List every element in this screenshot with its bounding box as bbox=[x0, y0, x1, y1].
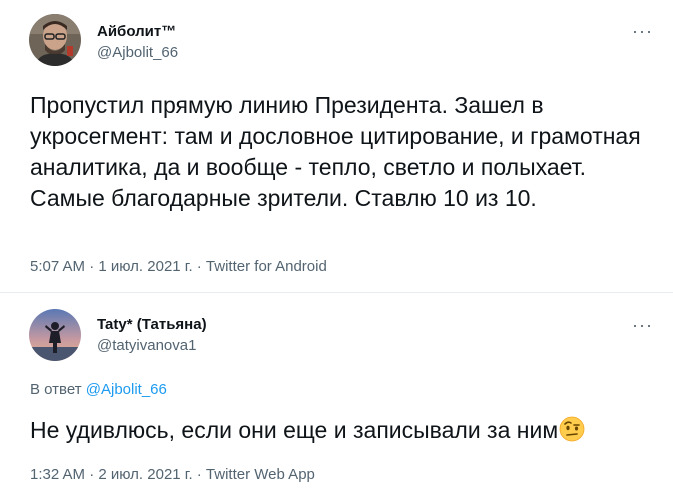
tweet-meta[interactable]: 1:32 AM · 2 июл. 2021 г. · Twitter Web A… bbox=[30, 466, 315, 484]
reply-text-container: Не удивлюсь, если они еще и записывали з… bbox=[30, 415, 655, 450]
display-name[interactable]: Taty* (Татьяна) bbox=[97, 316, 207, 334]
avatar[interactable] bbox=[29, 14, 81, 66]
user-handle[interactable]: @tatyivanova1 bbox=[97, 337, 196, 355]
face-with-raised-eyebrow-icon bbox=[559, 416, 585, 450]
avatar-portrait-icon bbox=[29, 14, 81, 66]
avatar-silhouette-icon bbox=[29, 309, 81, 361]
user-handle[interactable]: @Ajbolit_66 bbox=[97, 44, 178, 62]
tweet-meta[interactable]: 5:07 AM · 1 июл. 2021 г. · Twitter for A… bbox=[30, 258, 327, 276]
more-icon[interactable]: ··· bbox=[632, 22, 653, 40]
tweet-text: Пропустил прямую линию Президента. Зашел… bbox=[30, 92, 641, 211]
reply-mention-link[interactable]: @Ajbolit_66 bbox=[86, 381, 167, 398]
display-name[interactable]: Айболит™ bbox=[97, 23, 176, 41]
avatar[interactable] bbox=[29, 309, 81, 361]
tweet-text: Не удивлюсь, если они еще и записывали з… bbox=[30, 417, 559, 443]
tweet-original: Айболит™ @Ajbolit_66 ··· Пропустил пряму… bbox=[0, 0, 673, 292]
reply-context: В ответ @Ajbolit_66 bbox=[30, 381, 167, 399]
more-icon[interactable]: ··· bbox=[632, 316, 653, 334]
reply-prefix: В ответ bbox=[30, 381, 82, 398]
